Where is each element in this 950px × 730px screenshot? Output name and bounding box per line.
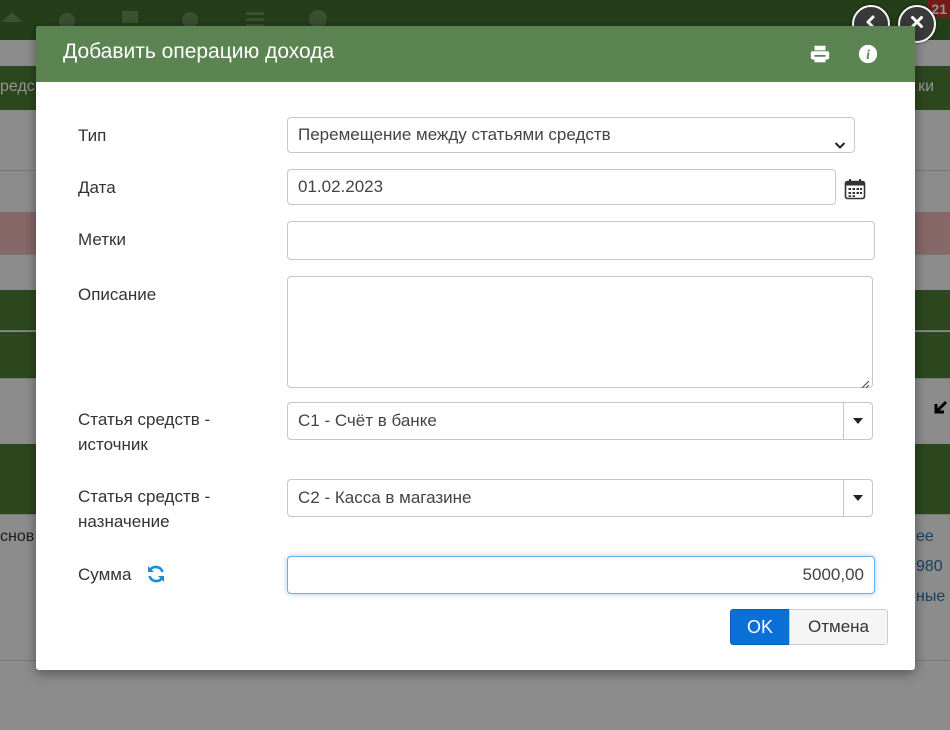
description-label: Описание	[78, 285, 157, 304]
cancel-button[interactable]: Отмена	[789, 609, 888, 645]
destination-account-combo[interactable]: С2 - Касса в магазине	[287, 479, 873, 517]
print-icon[interactable]	[808, 42, 832, 66]
type-label: Тип	[78, 126, 107, 145]
dialog-title: Добавить операцию дохода	[63, 40, 335, 63]
date-input[interactable]: 01.02.2023	[287, 169, 836, 205]
source-account-value: С1 - Счёт в банке	[298, 411, 437, 430]
tags-label: Метки	[78, 230, 126, 249]
amount-label: Сумма	[78, 565, 132, 584]
type-select[interactable]: Перемещение между статьями средств	[287, 117, 855, 153]
calendar-icon[interactable]	[844, 178, 866, 200]
caret-down-icon[interactable]	[843, 480, 872, 516]
destination-label: Статья средств - назначение	[78, 484, 210, 534]
destination-label-line2: назначение	[78, 512, 170, 531]
refresh-icon[interactable]	[146, 564, 166, 584]
chevron-down-icon	[834, 129, 846, 149]
tags-input[interactable]	[287, 221, 875, 260]
source-label-line1: Статья средств -	[78, 410, 211, 429]
add-income-dialog: Добавить операцию дохода i Тип Перемещен…	[36, 26, 915, 670]
source-label-line2: источник	[78, 435, 148, 454]
info-icon[interactable]: i	[856, 42, 880, 66]
date-label: Дата	[78, 178, 116, 197]
dialog-header: Добавить операцию дохода i	[36, 26, 915, 82]
caret-down-icon[interactable]	[843, 403, 872, 439]
destination-account-value: С2 - Касса в магазине	[298, 488, 472, 507]
svg-text:i: i	[866, 47, 870, 62]
type-select-value: Перемещение между статьями средств	[298, 125, 611, 144]
amount-input-value: 5000,00	[802, 565, 864, 584]
date-input-value: 01.02.2023	[298, 177, 384, 196]
description-textarea[interactable]	[287, 276, 873, 388]
textarea-resize-handle[interactable]	[860, 374, 870, 389]
destination-label-line1: Статья средств -	[78, 487, 211, 506]
source-account-combo[interactable]: С1 - Счёт в банке	[287, 402, 873, 440]
ok-button[interactable]: OK	[730, 609, 790, 645]
amount-input[interactable]: 5000,00	[287, 556, 875, 594]
source-label: Статья средств - источник	[78, 407, 210, 457]
